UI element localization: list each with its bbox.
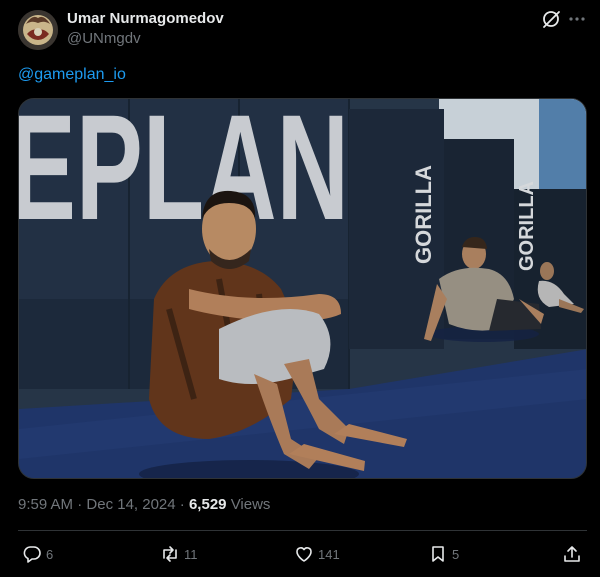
repost-count: 11 xyxy=(184,546,198,562)
like-icon xyxy=(296,547,312,562)
more-icon[interactable] xyxy=(566,8,588,30)
reply-icon xyxy=(23,546,41,563)
meta-separator: · xyxy=(179,496,185,513)
meta-separator: · xyxy=(77,496,83,513)
tweet: Umar Nurmagomedov @UNmgdv @gameplan_io E… xyxy=(0,0,600,577)
bookmark-icon xyxy=(432,546,444,562)
reply-count: 6 xyxy=(46,546,54,562)
reply-button[interactable]: 6 xyxy=(22,540,53,568)
divider xyxy=(18,530,587,531)
tweet-time[interactable]: 9:59 AM xyxy=(18,496,73,513)
tweet-mention-link[interactable]: @gameplan_io xyxy=(18,66,126,84)
avatar[interactable] xyxy=(18,10,58,50)
tweet-date[interactable]: Dec 14, 2024 xyxy=(86,496,175,513)
bookmark-count: 5 xyxy=(452,546,460,562)
share-button[interactable] xyxy=(562,540,582,568)
repost-icon xyxy=(163,546,177,562)
views-count: 6,529 xyxy=(188,496,227,513)
like-count: 141 xyxy=(318,546,340,562)
tweet-meta: 9:59 AM · Dec 14, 2024 · 6,529 Views xyxy=(18,496,270,513)
tweet-photo[interactable]: EPLAN GORILLA GORILLA xyxy=(18,98,587,479)
repost-button[interactable]: 11 xyxy=(160,540,198,568)
grok-icon[interactable] xyxy=(540,8,562,30)
share-icon xyxy=(564,546,580,562)
author-handle[interactable]: @UNmgdv xyxy=(67,30,141,47)
bookmark-button[interactable]: 5 xyxy=(428,540,459,568)
like-button[interactable]: 141 xyxy=(294,540,340,568)
views-label: Views xyxy=(230,496,271,513)
author-name[interactable]: Umar Nurmagomedov xyxy=(67,10,224,27)
